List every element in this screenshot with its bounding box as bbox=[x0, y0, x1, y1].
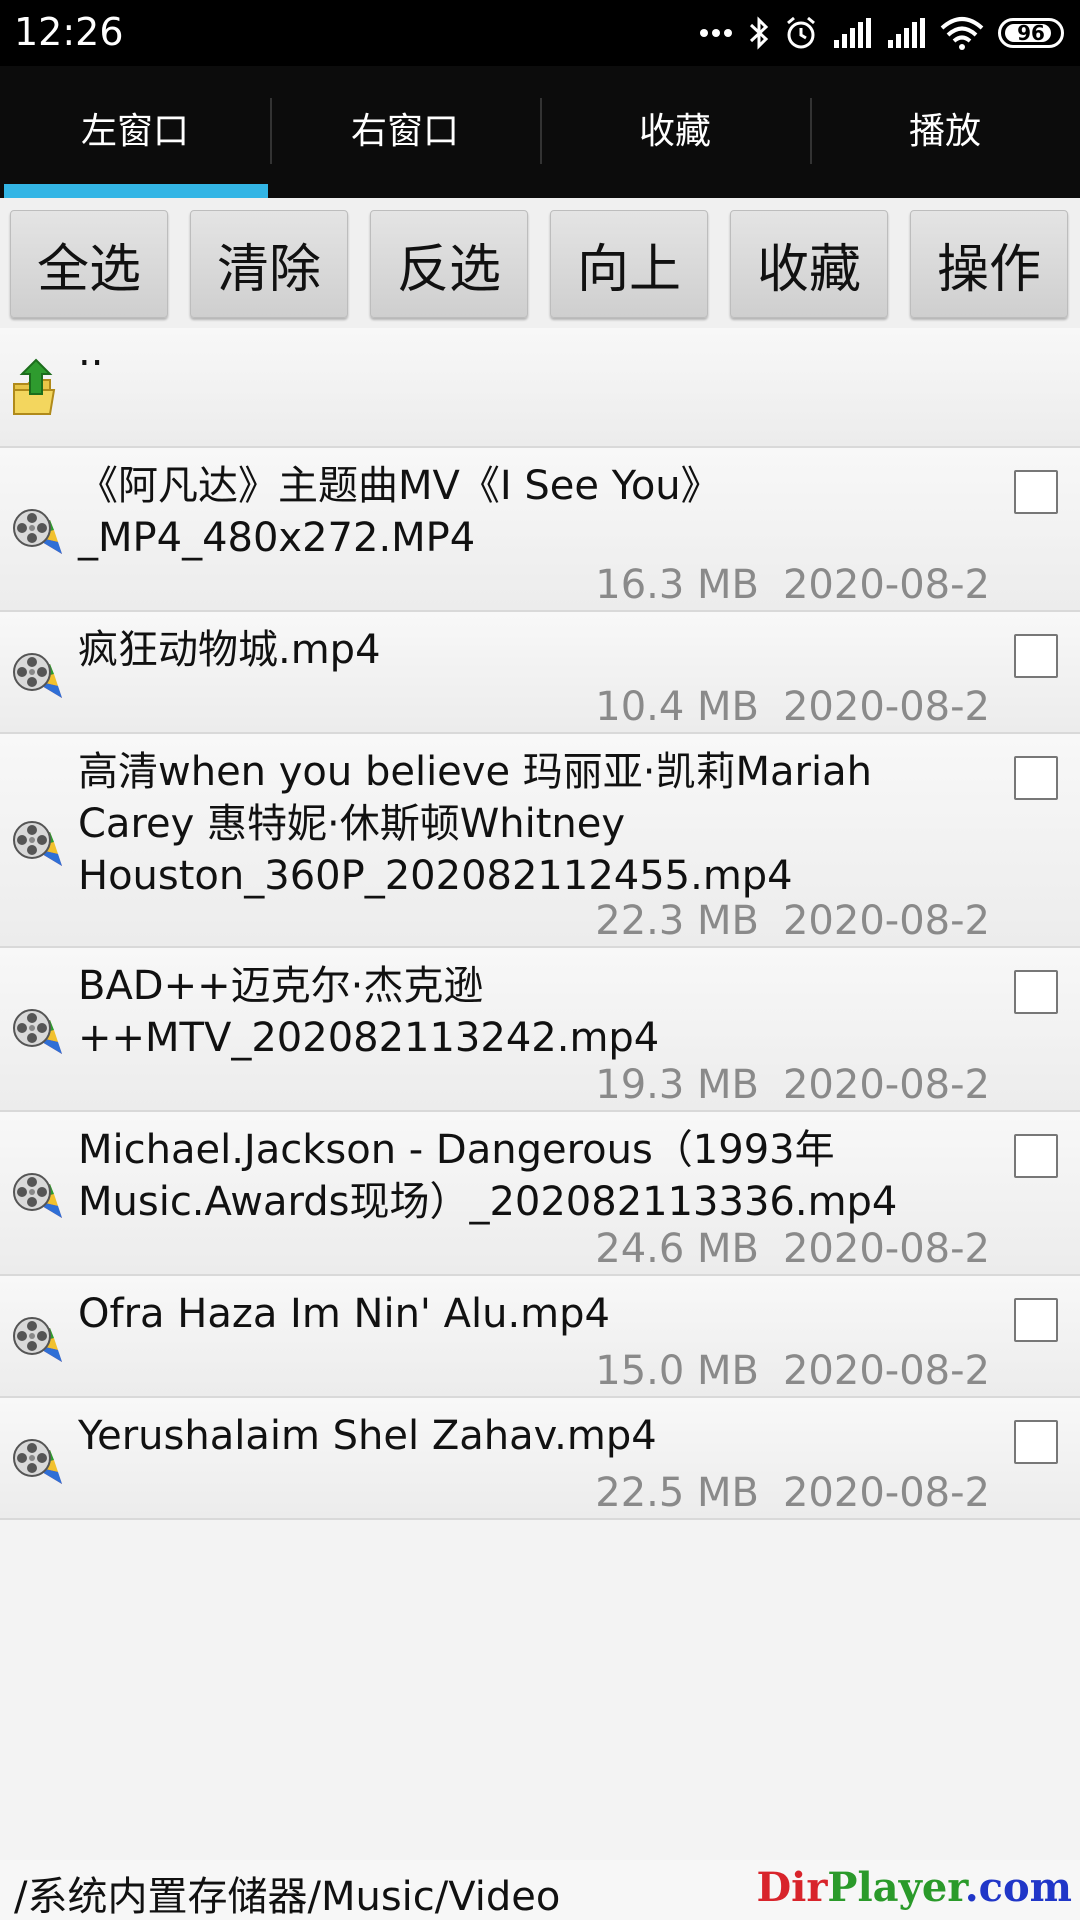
file-name: Michael.Jackson - Dangerous（1993年Music.A… bbox=[78, 1127, 898, 1225]
file-row[interactable]: 《阿凡达》主题曲MV《I See You》_MP4_480x272.MP4 16… bbox=[0, 448, 1080, 612]
file-name: Ofra Haza Im Nin' Alu.mp4 bbox=[78, 1291, 610, 1337]
file-list: .. 《阿凡达》主题曲MV《I See You》_MP4_480x272.MP4… bbox=[0, 328, 1080, 1520]
file-name: BAD++迈克尔·杰克逊++MTV_202082113242.mp4 bbox=[78, 963, 660, 1061]
file-meta: 22.5 MB 2020-08-2 bbox=[595, 1470, 990, 1516]
wifi-icon bbox=[940, 17, 984, 50]
tab-left-window[interactable]: 左窗口 bbox=[0, 66, 270, 198]
file-size: 19.3 MB bbox=[595, 1062, 759, 1108]
parent-dir-label: .. bbox=[78, 329, 104, 375]
video-file-icon bbox=[10, 640, 74, 708]
file-size: 10.4 MB bbox=[595, 684, 759, 730]
operate-button[interactable]: 操作 bbox=[910, 210, 1068, 318]
alarm-icon bbox=[787, 16, 815, 49]
file-date: 2020-08-2 bbox=[782, 562, 990, 608]
file-meta: 19.3 MB 2020-08-2 bbox=[595, 1062, 990, 1108]
file-date: 2020-08-2 bbox=[782, 1226, 990, 1272]
footer: /系统内置存储器/Music/Video DirPlayer.com bbox=[0, 1860, 1080, 1920]
battery-level: 96 bbox=[1017, 21, 1045, 45]
parent-dir-row[interactable]: .. bbox=[0, 328, 1080, 448]
up-button[interactable]: 向上 bbox=[550, 210, 708, 318]
file-size: 15.0 MB bbox=[595, 1348, 759, 1394]
toolbar: 全选 清除 反选 向上 收藏 操作 bbox=[0, 198, 1080, 328]
file-row[interactable]: Yerushalaim Shel Zahav.mp4 22.5 MB 2020-0… bbox=[0, 1398, 1080, 1520]
video-file-icon bbox=[10, 496, 74, 564]
brand-logo: DirPlayer.com bbox=[756, 1864, 1072, 1911]
file-name: Yerushalaim Shel Zahav.mp4 bbox=[78, 1413, 657, 1459]
file-size: 16.3 MB bbox=[595, 562, 759, 608]
select-all-button[interactable]: 全选 bbox=[10, 210, 168, 318]
brand-part-dir: Dir bbox=[756, 1864, 828, 1911]
file-date: 2020-08-2 bbox=[782, 684, 990, 730]
file-date: 2020-08-2 bbox=[782, 1062, 990, 1108]
tab-favorites[interactable]: 收藏 bbox=[540, 66, 810, 198]
file-row[interactable]: 疯狂动物城.mp4 10.4 MB 2020-08-2 bbox=[0, 612, 1080, 734]
video-file-icon bbox=[10, 1304, 74, 1372]
tab-bar: 左窗口 右窗口 收藏 播放 bbox=[0, 66, 1080, 198]
file-meta: 24.6 MB 2020-08-2 bbox=[595, 1226, 990, 1272]
file-meta: 22.3 MB 2020-08-2 bbox=[595, 898, 990, 944]
brand-part-domain: .com bbox=[964, 1864, 1072, 1911]
file-row[interactable]: BAD++迈克尔·杰克逊++MTV_202082113242.mp4 19.3 … bbox=[0, 948, 1080, 1112]
file-date: 2020-08-2 bbox=[782, 1470, 990, 1516]
file-meta: 10.4 MB 2020-08-2 bbox=[595, 684, 990, 730]
tab-play[interactable]: 播放 bbox=[810, 66, 1080, 198]
file-checkbox[interactable] bbox=[1014, 1298, 1058, 1342]
file-checkbox[interactable] bbox=[1014, 756, 1058, 800]
bluetooth-icon bbox=[749, 16, 769, 50]
battery-icon: 96 bbox=[998, 18, 1064, 48]
file-row[interactable]: Ofra Haza Im Nin' Alu.mp4 15.0 MB 2020-08… bbox=[0, 1276, 1080, 1398]
file-row[interactable]: Michael.Jackson - Dangerous（1993年Music.A… bbox=[0, 1112, 1080, 1276]
file-checkbox[interactable] bbox=[1014, 1420, 1058, 1464]
invert-selection-button[interactable]: 反选 bbox=[370, 210, 528, 318]
clear-button[interactable]: 清除 bbox=[190, 210, 348, 318]
signal-icon bbox=[834, 18, 871, 48]
status-bar: 12:26 96 bbox=[0, 0, 1080, 66]
file-meta: 15.0 MB 2020-08-2 bbox=[595, 1348, 990, 1394]
file-date: 2020-08-2 bbox=[782, 1348, 990, 1394]
video-file-icon bbox=[10, 808, 74, 876]
video-file-icon bbox=[10, 1160, 74, 1228]
folder-up-icon bbox=[10, 356, 64, 422]
file-date: 2020-08-2 bbox=[782, 898, 990, 944]
video-file-icon bbox=[10, 996, 74, 1064]
file-checkbox[interactable] bbox=[1014, 470, 1058, 514]
file-name: 疯狂动物城.mp4 bbox=[78, 627, 381, 673]
favorite-button[interactable]: 收藏 bbox=[730, 210, 888, 318]
file-name: 《阿凡达》主题曲MV《I See You》_MP4_480x272.MP4 bbox=[78, 463, 721, 561]
current-path: /系统内置存储器/Music/Video bbox=[14, 1874, 561, 1920]
file-meta: 16.3 MB 2020-08-2 bbox=[595, 562, 990, 608]
brand-part-player: Player bbox=[827, 1864, 965, 1911]
signal-icon bbox=[888, 18, 925, 48]
file-checkbox[interactable] bbox=[1014, 634, 1058, 678]
file-size: 22.3 MB bbox=[595, 898, 759, 944]
file-name: 高清when you believe 玛丽亚·凯莉Mariah Carey 惠特… bbox=[78, 749, 872, 899]
tab-right-window[interactable]: 右窗口 bbox=[270, 66, 540, 198]
more-dots-icon bbox=[700, 29, 732, 37]
file-checkbox[interactable] bbox=[1014, 970, 1058, 1014]
file-row[interactable]: 高清when you believe 玛丽亚·凯莉Mariah Carey 惠特… bbox=[0, 734, 1080, 948]
status-time: 12:26 bbox=[14, 10, 124, 54]
video-file-icon bbox=[10, 1426, 74, 1494]
file-size: 22.5 MB bbox=[595, 1470, 759, 1516]
status-icons: 96 bbox=[698, 12, 1064, 54]
file-size: 24.6 MB bbox=[595, 1226, 759, 1272]
file-checkbox[interactable] bbox=[1014, 1134, 1058, 1178]
